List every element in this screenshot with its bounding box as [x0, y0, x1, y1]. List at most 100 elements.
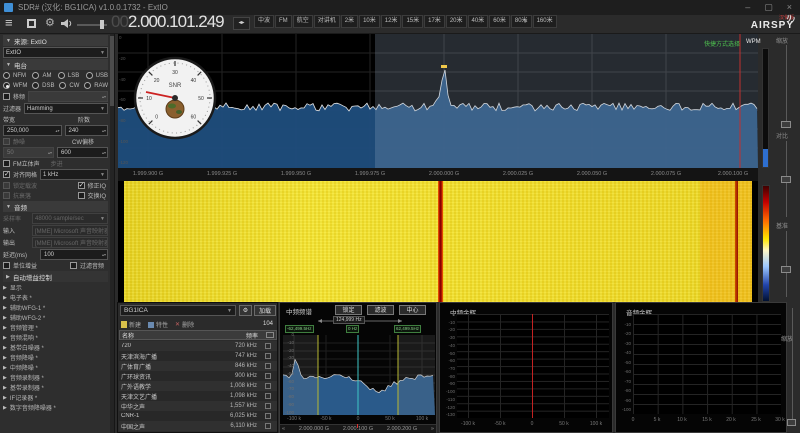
lock-carrier-checkbox[interactable] [3, 182, 10, 189]
station-row[interactable]: 广体育广播846 kHz [119, 361, 277, 371]
band-button[interactable]: 17米 [424, 15, 445, 28]
mode-radio-lsb[interactable]: LSB [58, 71, 79, 80]
audio-persistence-plot[interactable] [633, 314, 781, 414]
band-button[interactable]: 160米 [533, 15, 557, 28]
snap-step-select[interactable]: 1 kHz▼ [40, 169, 108, 180]
band-button[interactable]: 12米 [381, 15, 402, 28]
band-button[interactable]: 20米 [446, 15, 467, 28]
station-row[interactable]: 广环球资讯900 kHz [119, 371, 277, 381]
sidebar-item-plugin[interactable]: ▶数字音频降噪器 * [3, 403, 108, 412]
scroll-right-icon[interactable]: » [431, 426, 434, 432]
station-checkbox[interactable] [265, 383, 271, 389]
if-center-button[interactable]: 中心 [399, 305, 426, 315]
correct-iq-checkbox[interactable] [78, 182, 85, 189]
properties-button[interactable]: 特性 [148, 320, 168, 329]
band-button[interactable]: 中波 [254, 15, 274, 28]
sidebar-item-plugin[interactable]: ▶音频降噪 * [3, 353, 108, 362]
zoom-slider-thumb[interactable] [781, 121, 791, 128]
band-button[interactable]: 对讲机 [314, 15, 340, 28]
close-icon[interactable]: × [787, 3, 792, 12]
radio-section-header[interactable]: ▼电台 [3, 59, 108, 70]
sidebar-item-plugin[interactable]: ▶辅助WFG-2 * [3, 313, 108, 322]
sidebar-item-plugin[interactable]: ▶基带录制器 * [3, 383, 108, 392]
group-select[interactable]: BG1ICA▼ [120, 305, 236, 316]
station-checkbox[interactable] [265, 353, 271, 359]
station-row[interactable]: 广外语教学1,008 kHz [119, 381, 277, 391]
mode-radio-dsb[interactable]: DSB [32, 81, 54, 90]
sidebar-item-plugin[interactable]: ▶IF记录器 * [3, 393, 108, 402]
squelch-checkbox[interactable] [3, 138, 10, 145]
band-button[interactable]: 航空 [293, 15, 313, 28]
filter-audio-checkbox[interactable] [70, 262, 77, 269]
mode-radio-nfm[interactable]: NFM [3, 71, 26, 80]
sidebar-item-plugin[interactable]: ▶音频录制器 * [3, 373, 108, 382]
bandwidth-input[interactable]: 250,000▴▾ [3, 125, 62, 136]
filter-select[interactable]: Hamming▼ [24, 103, 108, 114]
sidebar-item-display[interactable]: ▶显示 [3, 283, 108, 292]
volume-slider-thumb[interactable] [100, 20, 104, 29]
cw-shift-input[interactable]: 600▴▾ [57, 147, 108, 158]
station-row[interactable]: CNR-16,025 kHz [119, 411, 277, 421]
sidebar-item-plugin[interactable]: ▶基带白噪器 * [3, 343, 108, 352]
station-checkbox[interactable] [265, 413, 271, 419]
menu-icon[interactable]: ≡ [5, 15, 13, 30]
frequency-display[interactable]: 002.000.101.249 [111, 12, 224, 32]
mode-radio-wfm[interactable]: WFM [3, 81, 27, 90]
gear-icon[interactable]: ⚙ [45, 16, 55, 29]
maximize-icon[interactable]: ▢ [764, 3, 773, 12]
snap-checkbox[interactable] [3, 171, 10, 178]
band-button[interactable]: 15米 [402, 15, 423, 28]
latency-input[interactable]: 100▴▾ [40, 249, 108, 260]
sidebar-item-plugin[interactable]: ▶中频降噪 * [3, 363, 108, 372]
chevron-down-icon[interactable]: ▾ [524, 18, 527, 25]
station-checkbox[interactable] [265, 423, 271, 429]
sidebar-item-plugin[interactable]: ▶音频混响 * [3, 333, 108, 342]
station-checkbox[interactable] [265, 363, 271, 369]
station-row[interactable]: 天津滨海广播747 kHz [119, 351, 277, 361]
sidebar-item-plugin[interactable]: ▶音频管理 * [3, 323, 108, 332]
bottom-zoom-slider[interactable] [792, 308, 793, 423]
delete-button[interactable]: ✕删除 [175, 320, 194, 329]
sidebar-item-plugin[interactable]: ▶电子表 * [3, 293, 108, 302]
if-filter-button[interactable]: 滤波 [367, 305, 394, 315]
mode-radio-cw[interactable]: CW [59, 81, 79, 90]
scroll-left-icon[interactable]: « [282, 426, 285, 432]
station-checkbox[interactable] [265, 343, 271, 349]
station-checkbox[interactable] [265, 393, 271, 399]
station-table-header[interactable]: 名称 频率 [119, 330, 277, 340]
band-button[interactable]: 10米 [359, 15, 380, 28]
station-row[interactable]: 中国之声6,110 kHz [119, 421, 277, 431]
station-checkbox[interactable] [265, 403, 271, 409]
swap-iq-checkbox[interactable] [78, 192, 85, 199]
sidebar-scrollbar[interactable] [110, 34, 114, 433]
band-button[interactable]: 40米 [468, 15, 489, 28]
if-lock-button[interactable]: 锁定 [335, 305, 362, 315]
agc-section-header[interactable]: ▶自动增益控制 [3, 271, 108, 282]
speaker-icon[interactable] [60, 18, 73, 29]
fm-stereo-checkbox[interactable] [3, 160, 10, 167]
bottom-zoom-slider-thumb[interactable] [787, 419, 796, 426]
mode-radio-usb[interactable]: USB [86, 71, 108, 80]
band-button[interactable]: 60米 [489, 15, 510, 28]
contrast-slider-thumb[interactable] [781, 176, 791, 183]
band-button[interactable]: 80米 [511, 15, 532, 28]
range-slider-thumb[interactable] [781, 266, 791, 273]
start-stop-icon[interactable] [27, 19, 36, 28]
station-row[interactable]: 720720 kHz [119, 341, 277, 351]
minimize-icon[interactable]: – [745, 3, 750, 12]
band-button[interactable]: 2米 [341, 15, 358, 28]
sidebar-item-plugin[interactable]: ▶辅助WFG-1 * [3, 303, 108, 312]
unity-gain-checkbox[interactable] [3, 262, 10, 269]
source-section-header[interactable]: ▼来源: ExtIO [3, 35, 108, 46]
range-slider[interactable] [786, 231, 787, 297]
anti-fading-checkbox[interactable] [3, 192, 10, 199]
band-button[interactable]: FM [275, 15, 292, 28]
new-entry-button[interactable]: 新建 [121, 320, 141, 329]
zoom-slider[interactable] [786, 45, 787, 125]
if-persistence-plot[interactable] [457, 314, 609, 418]
if-frequency-bar[interactable]: « 2.000.000 G 2.000.100 G 2.000.200 G » [280, 424, 436, 433]
station-row[interactable]: 天津文艺广播1,098 kHz [119, 391, 277, 401]
frequency-stepper[interactable]: ◂▸ [233, 17, 250, 30]
source-device-select[interactable]: ExtIO▼ [3, 47, 108, 58]
audio-section-header[interactable]: ▼音频 [3, 201, 108, 212]
